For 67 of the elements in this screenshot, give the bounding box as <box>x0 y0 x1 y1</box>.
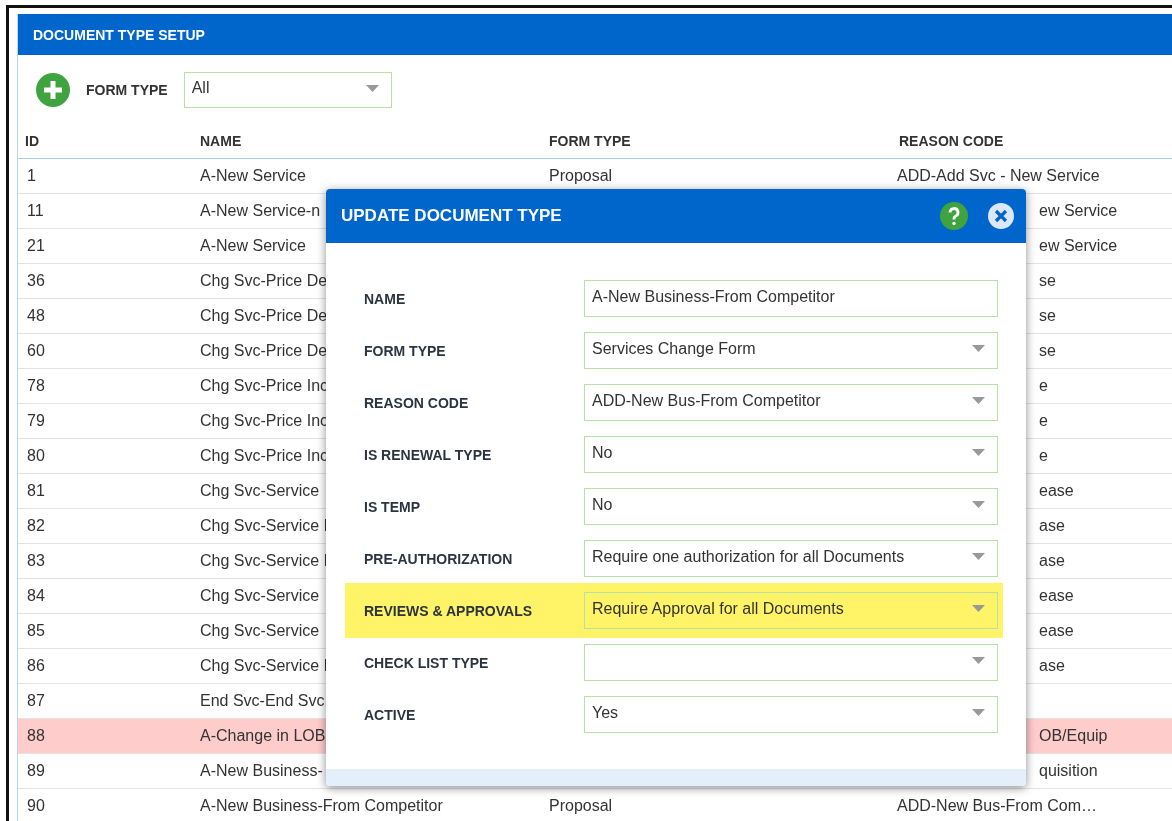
field-label: REASON CODE <box>364 394 470 411</box>
table-cell: se <box>1039 272 1056 290</box>
table-cell: 78 <box>27 377 45 395</box>
table-cell: Chg Svc-Price De <box>200 342 328 360</box>
table-cell: ease <box>1039 482 1074 500</box>
table-cell: ase <box>1039 517 1065 535</box>
table-cell: A-Change in LOB <box>200 727 326 745</box>
table-cell: ease <box>1039 587 1074 605</box>
table-cell: e <box>1039 412 1048 430</box>
field-label: ACTIVE <box>364 706 417 723</box>
table-cell: Chg Svc-Service <box>200 482 320 500</box>
table-cell: 84 <box>27 587 45 605</box>
table-cell: 36 <box>27 272 45 290</box>
field-label: IS TEMP <box>364 498 421 515</box>
table-cell: Proposal <box>549 797 613 815</box>
table-cell: Chg Svc-Service <box>200 587 320 605</box>
table-cell: 83 <box>27 552 45 570</box>
table-cell: ADD-New Bus-From Com… <box>897 797 1097 815</box>
field-label: PRE-AUTHORIZATION <box>364 550 514 567</box>
table-cell: Chg Svc-Service I <box>200 517 329 535</box>
table-cell: Chg Svc-Price De <box>200 307 328 325</box>
table-cell: ew Service <box>1039 202 1118 220</box>
field-label: IS RENEWAL TYPE <box>364 446 493 463</box>
field-label: NAME <box>364 290 407 307</box>
table-cell: Chg Svc-Price De <box>200 272 328 290</box>
table-cell: e <box>1039 377 1048 395</box>
table-cell: 11 <box>27 202 44 220</box>
table-cell: A-New Business-From Competitor <box>200 797 443 815</box>
table-cell: 79 <box>27 412 45 430</box>
panel-title: DOCUMENT TYPE SETUP <box>18 14 1172 55</box>
table-cell: 48 <box>27 307 45 325</box>
table-cell: A-New Service <box>200 167 306 185</box>
field-label: FORM TYPE <box>364 342 447 359</box>
table-cell: se <box>1039 342 1056 360</box>
table-cell: A-New Service <box>200 237 306 255</box>
table-cell: ease <box>1039 622 1074 640</box>
table-cell: Chg Svc-Service I <box>200 552 329 570</box>
table-cell: ew Service <box>1039 237 1118 255</box>
table-cell: End Svc-End Svc <box>200 692 325 710</box>
table-cell: 87 <box>27 692 45 710</box>
table-cell: OB/Equip <box>1039 727 1108 745</box>
table-cell: ase <box>1039 657 1065 675</box>
field-label: CHECK LIST TYPE <box>364 654 490 671</box>
table-cell: 82 <box>27 517 45 535</box>
table-cell: 21 <box>27 237 45 255</box>
table-cell: ADD-Add Svc - New Service <box>897 167 1100 185</box>
table-cell: 81 <box>27 482 45 500</box>
table-cell: e <box>1039 447 1048 465</box>
table-cell: A-New Service-n <box>200 202 321 220</box>
table-cell: A-New Business- <box>200 762 323 780</box>
table-cell: 85 <box>27 622 45 640</box>
table-cell: 1 <box>27 167 36 185</box>
table-cell: quisition <box>1039 762 1098 780</box>
table-cell: 88 <box>27 727 45 745</box>
table-cell: ase <box>1039 552 1065 570</box>
table-cell: 60 <box>27 342 45 360</box>
table-cell: Chg Svc-Service <box>200 622 320 640</box>
dialog-title: UPDATE DOCUMENT TYPE <box>341 206 563 226</box>
table-cell: 89 <box>27 762 45 780</box>
filter-label: FORM TYPE <box>86 82 168 98</box>
table-cell: se <box>1039 307 1056 325</box>
field-label: REVIEWS & APPROVALS <box>364 602 534 619</box>
table-cell: Chg Svc-Service I <box>200 657 329 675</box>
table-cell: 90 <box>27 797 45 815</box>
table-cell: Proposal <box>549 167 613 185</box>
table-cell: 80 <box>27 447 45 465</box>
table-cell: 86 <box>27 657 45 675</box>
